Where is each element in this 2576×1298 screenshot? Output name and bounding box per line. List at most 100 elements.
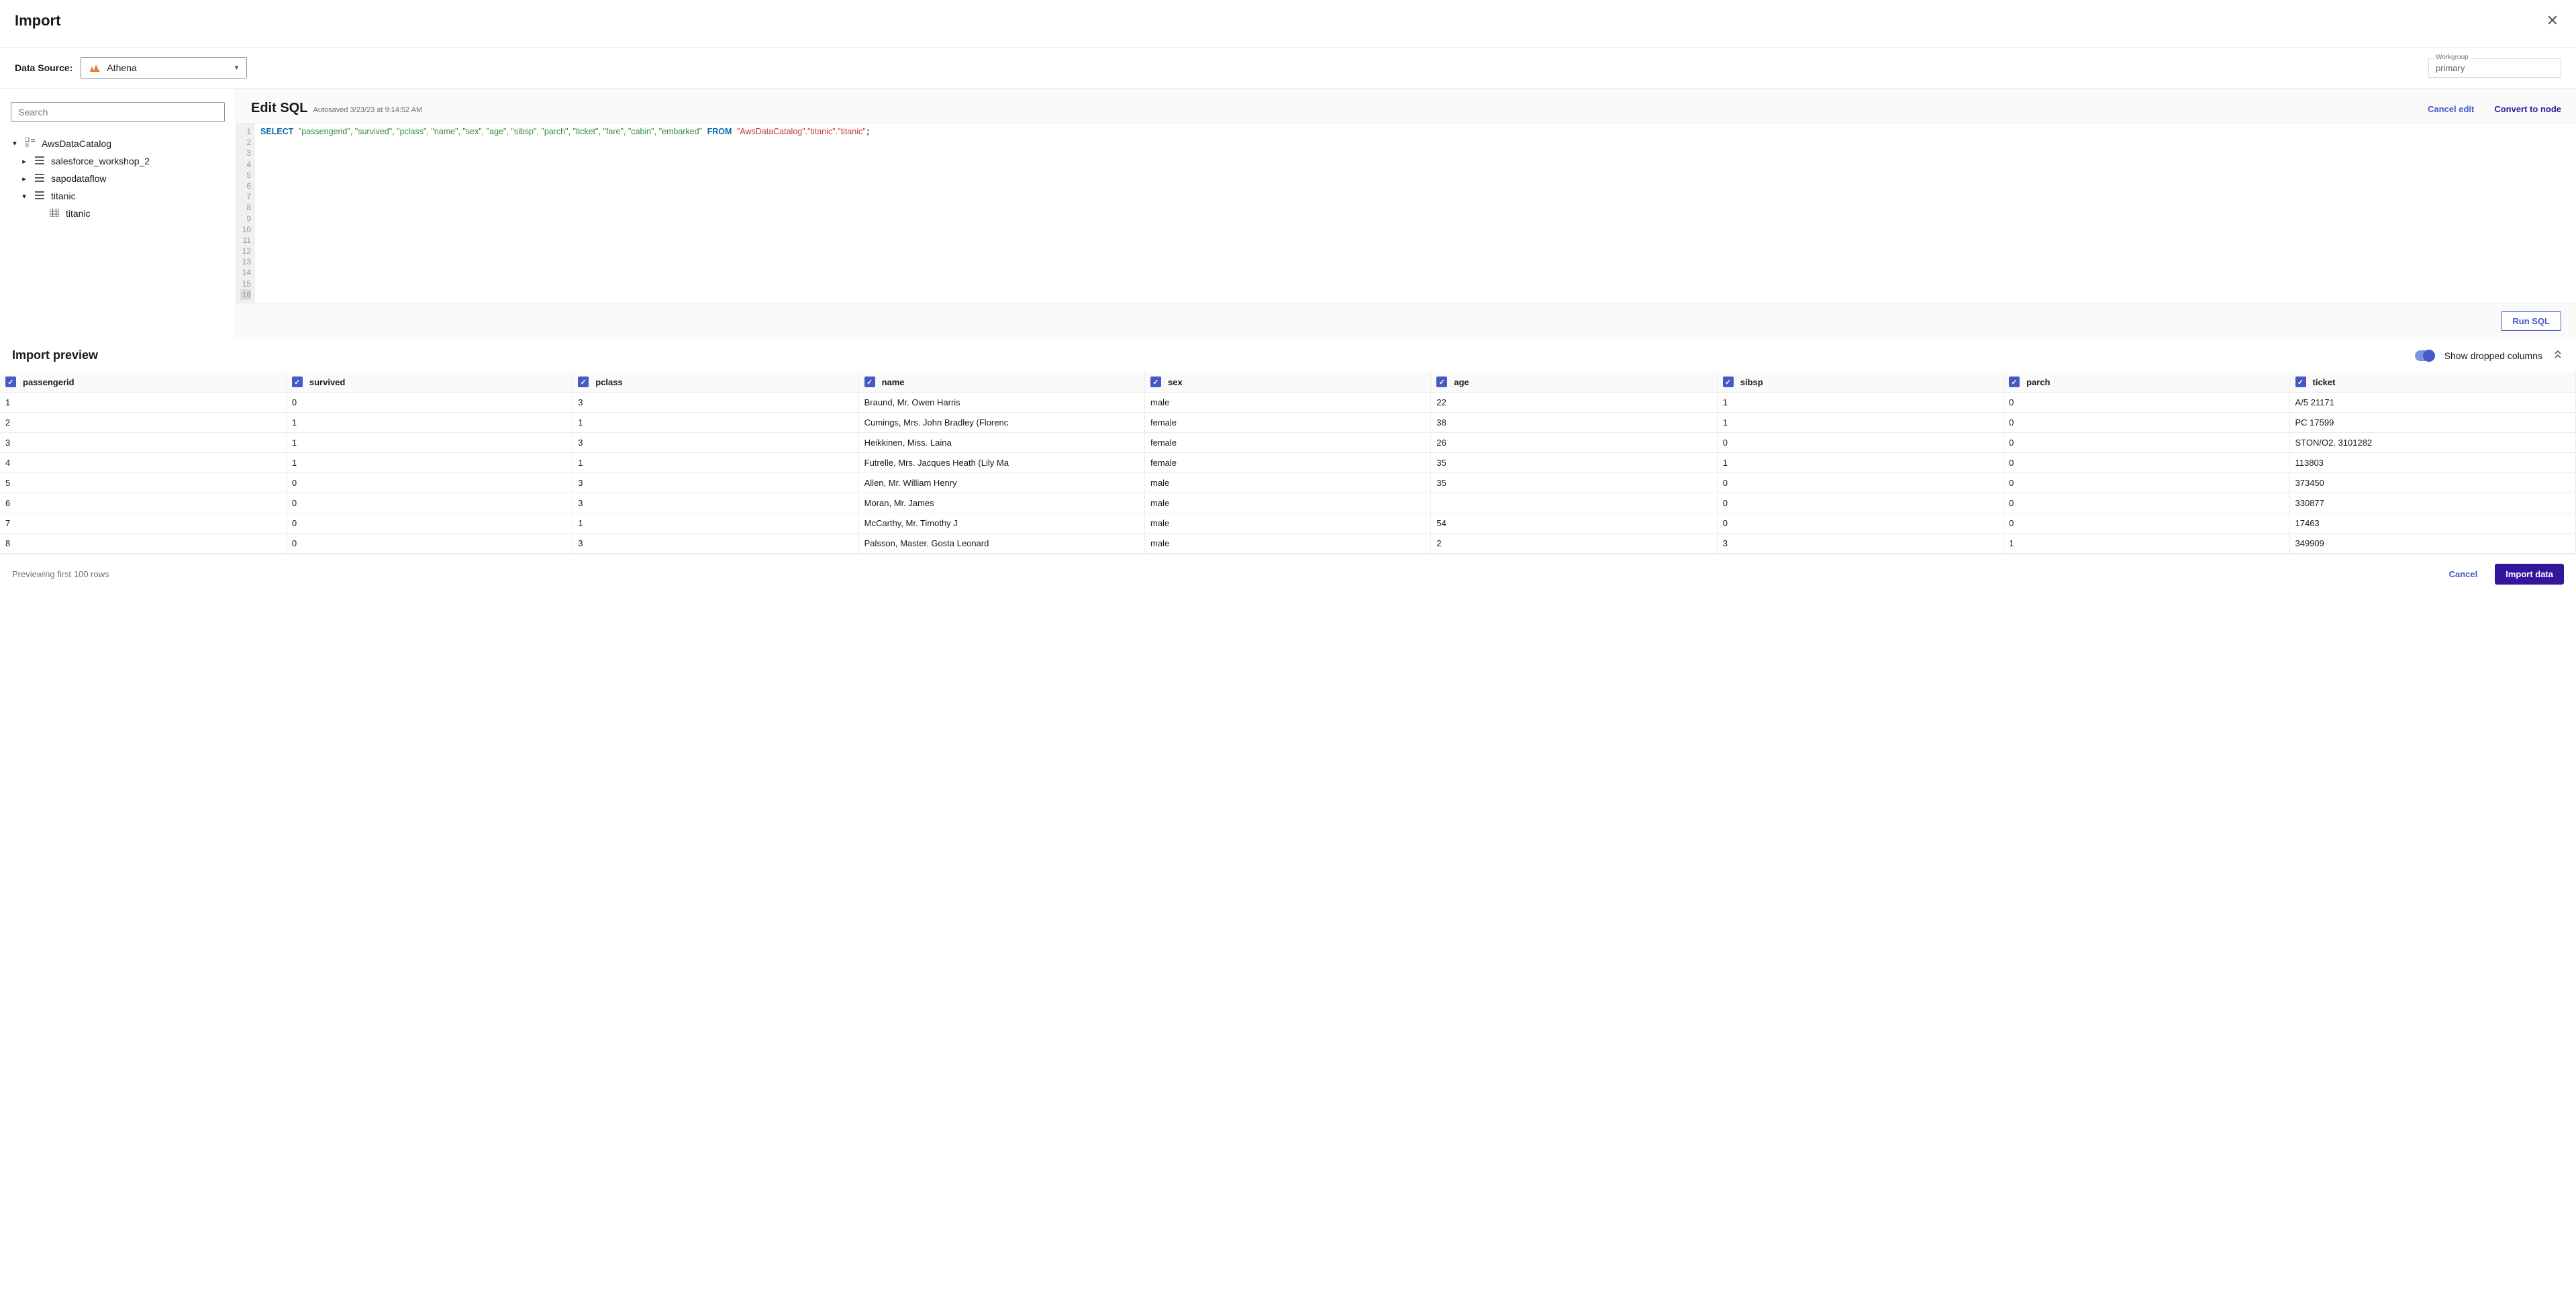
chevron-down-icon: ▼	[233, 64, 240, 72]
schema-node-sapodataflow[interactable]: ▸ sapodataflow	[20, 170, 225, 187]
table-cell: 0	[2003, 413, 2289, 433]
table-cell: male	[1145, 473, 1431, 493]
column-checkbox[interactable]: ✓	[292, 377, 303, 387]
column-label: sex	[1168, 377, 1183, 387]
sidebar: ▾ AwsDataCatalog ▸ salesforce_workshop_2…	[0, 89, 236, 339]
catalog-node[interactable]: ▾ AwsDataCatalog	[11, 134, 225, 152]
table-cell: 3	[573, 493, 858, 513]
column-checkbox[interactable]: ✓	[1723, 377, 1734, 387]
table-cell: A/5 21171	[2289, 393, 2576, 413]
kw-select: SELECT	[260, 127, 293, 136]
schema-node-titanic[interactable]: ▾ titanic	[20, 187, 225, 205]
column-checkbox[interactable]: ✓	[2009, 377, 2020, 387]
table-cell: Allen, Mr. William Henry	[858, 473, 1144, 493]
column-header-sex[interactable]: ✓ sex	[1145, 372, 1431, 393]
table-cell: 1	[573, 453, 858, 473]
column-checkbox[interactable]: ✓	[1150, 377, 1161, 387]
table-header-row: ✓passengerid✓survived✓pclass✓name✓sex✓ag…	[0, 372, 2576, 393]
table-cell: 17463	[2289, 513, 2576, 534]
table-cell: 0	[2003, 473, 2289, 493]
column-checkbox[interactable]: ✓	[2295, 377, 2306, 387]
column-checkbox[interactable]: ✓	[864, 377, 875, 387]
table-cell: 0	[1717, 513, 2003, 534]
column-checkbox[interactable]: ✓	[578, 377, 589, 387]
table-cell: Moran, Mr. James	[858, 493, 1144, 513]
data-source-value: Athena	[107, 62, 136, 73]
table-cell: 22	[1431, 393, 1717, 413]
column-label: survived	[309, 377, 345, 387]
table-cell: 35	[1431, 453, 1717, 473]
schema-node-salesforce[interactable]: ▸ salesforce_workshop_2	[20, 152, 225, 170]
table-cell: 0	[1717, 433, 2003, 453]
sql-columns: "passengerid", "survived", "pclass", "na…	[299, 127, 702, 136]
table-cell: 0	[286, 534, 572, 554]
code-area[interactable]: SELECT "passengerid", "survived", "pclas…	[255, 123, 2576, 303]
table-row[interactable]: 211Cumings, Mrs. John Bradley (Florencfe…	[0, 413, 2576, 433]
content-area: Edit SQL Autosaved 3/23/23 at 9:14:52 AM…	[236, 89, 2576, 339]
table-row[interactable]: 803Palsson, Master. Gosta Leonardmale231…	[0, 534, 2576, 554]
workgroup-input[interactable]	[2428, 58, 2561, 78]
run-sql-button[interactable]: Run SQL	[2501, 311, 2561, 331]
column-checkbox[interactable]: ✓	[5, 377, 16, 387]
table-row[interactable]: 103Braund, Mr. Owen Harrismale2210A/5 21…	[0, 393, 2576, 413]
column-header-name[interactable]: ✓ name	[858, 372, 1144, 393]
table-cell: 330877	[2289, 493, 2576, 513]
table-cell: male	[1145, 393, 1431, 413]
table-cell: 3	[573, 433, 858, 453]
column-checkbox[interactable]: ✓	[1436, 377, 1447, 387]
table-cell: 35	[1431, 473, 1717, 493]
table-cell: 3	[573, 473, 858, 493]
kw-from: FROM	[707, 127, 732, 136]
data-source-bar: Data Source: Athena ▼ Workgroup	[0, 48, 2576, 89]
column-header-age[interactable]: ✓ age	[1431, 372, 1717, 393]
schema-icon	[34, 173, 46, 184]
import-data-button[interactable]: Import data	[2495, 564, 2564, 585]
cancel-button[interactable]: Cancel	[2438, 564, 2489, 585]
search-input[interactable]	[11, 102, 225, 122]
table-label: titanic	[66, 208, 91, 219]
table-cell: STON/O2. 3101282	[2289, 433, 2576, 453]
table-row[interactable]: 701McCarthy, Mr. Timothy Jmale540017463	[0, 513, 2576, 534]
table-cell: male	[1145, 534, 1431, 554]
footer-bar: Previewing first 100 rows Cancel Import …	[0, 554, 2576, 594]
table-cell: 0	[286, 493, 572, 513]
table-node-titanic[interactable]: titanic	[48, 205, 225, 222]
column-label: age	[1454, 377, 1469, 387]
column-header-sibsp[interactable]: ✓sibsp	[1717, 372, 2003, 393]
collapse-icon[interactable]	[2552, 348, 2564, 362]
column-label: passengerid	[23, 377, 75, 387]
sql-editor[interactable]: 12345678910111213141516 SELECT "passenge…	[236, 123, 2576, 303]
line-gutter: 12345678910111213141516	[236, 123, 255, 303]
catalog-label: AwsDataCatalog	[42, 138, 111, 149]
show-dropped-toggle[interactable]	[2415, 350, 2435, 361]
column-header-parch[interactable]: ✓parch	[2003, 372, 2289, 393]
table-cell: 1	[573, 513, 858, 534]
column-header-survived[interactable]: ✓ survived	[286, 372, 572, 393]
table-row[interactable]: 503Allen, Mr. William Henrymale350037345…	[0, 473, 2576, 493]
table-cell: 54	[1431, 513, 1717, 534]
sql-table: "AwsDataCatalog"."titanic"."titanic"	[737, 127, 866, 136]
table-cell: 8	[0, 534, 286, 554]
table-cell: 0	[286, 393, 572, 413]
table-cell: 0	[2003, 513, 2289, 534]
table-cell: 1	[0, 393, 286, 413]
table-cell: 0	[2003, 433, 2289, 453]
column-label: name	[882, 377, 905, 387]
column-header-passengerid[interactable]: ✓ passengerid	[0, 372, 286, 393]
athena-icon	[88, 61, 101, 74]
table-row[interactable]: 603Moran, Mr. Jamesmale00330877	[0, 493, 2576, 513]
cancel-edit-button[interactable]: Cancel edit	[2428, 104, 2474, 114]
column-header-pclass[interactable]: ✓pclass	[573, 372, 858, 393]
table-cell: Futrelle, Mrs. Jacques Heath (Lily Ma	[858, 453, 1144, 473]
table-row[interactable]: 313Heikkinen, Miss. Lainafemale2600STON/…	[0, 433, 2576, 453]
column-header-ticket[interactable]: ✓ticket	[2289, 372, 2576, 393]
page-title: Import	[15, 12, 60, 30]
table-cell: 0	[1717, 473, 2003, 493]
catalog-icon	[24, 138, 36, 149]
data-source-select[interactable]: Athena ▼	[81, 57, 247, 79]
table-cell: 5	[0, 473, 286, 493]
table-cell: 1	[573, 413, 858, 433]
convert-to-node-button[interactable]: Convert to node	[2494, 104, 2561, 114]
table-row[interactable]: 411Futrelle, Mrs. Jacques Heath (Lily Ma…	[0, 453, 2576, 473]
close-icon[interactable]: ✕	[2544, 9, 2561, 32]
